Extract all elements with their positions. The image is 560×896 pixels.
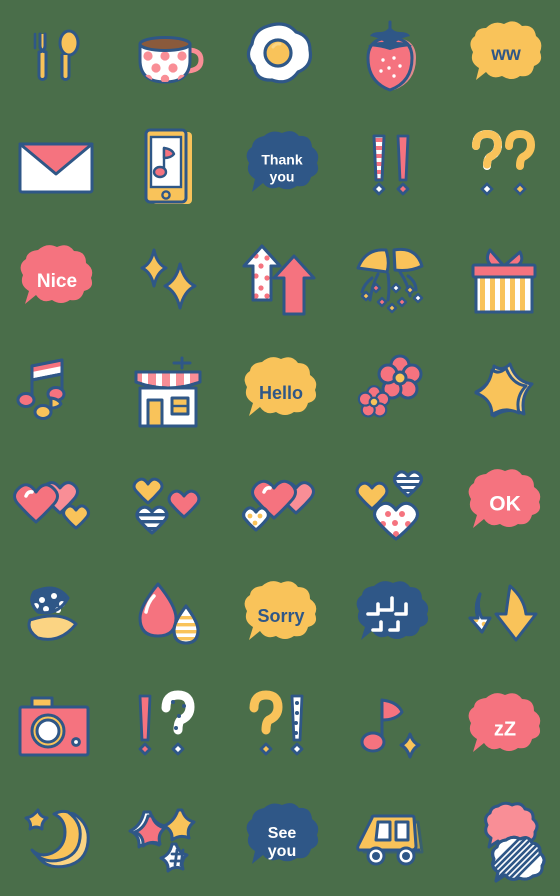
bubble-label: OK	[489, 493, 521, 516]
double-exclamation-icon	[372, 134, 410, 196]
bubble-label: zZ	[494, 718, 516, 740]
emoji-cell-fried-egg[interactable]	[224, 0, 336, 112]
emoji-cell-music-notes[interactable]	[0, 336, 112, 448]
emoji-cell-crescent-moon-star[interactable]	[0, 784, 112, 896]
speech-bubble-zz-icon: zZ	[468, 693, 541, 752]
emoji-cell-gift-box[interactable]	[448, 224, 560, 336]
emoji-cell-bubble-zz[interactable]: zZ	[448, 672, 560, 784]
party-popper-icon	[356, 247, 424, 314]
strawberry-icon	[366, 20, 416, 92]
emoji-cell-shop-house[interactable]	[112, 336, 224, 448]
envelope-icon	[18, 142, 94, 194]
music-note-sparkle-icon	[360, 698, 421, 759]
emoji-cell-bubble-nice[interactable]: Nice	[0, 224, 112, 336]
bubble-label: ww	[490, 44, 521, 65]
gift-box-icon	[471, 248, 537, 314]
emoji-cell-bubble-ww[interactable]: ww	[448, 0, 560, 112]
water-drops-icon	[138, 582, 200, 645]
emoji-cell-question-exclamation[interactable]	[224, 672, 336, 784]
smartphone-music-icon	[144, 128, 192, 204]
emoji-cell-party-popper[interactable]	[336, 224, 448, 336]
speech-bubble-thank-you-icon: Thank you	[246, 131, 319, 192]
crescent-moon-star-icon	[24, 808, 90, 869]
emoji-cell-coffee-cup[interactable]	[112, 0, 224, 112]
emoji-cell-envelope[interactable]	[0, 112, 112, 224]
speech-bubble-nice-icon: Nice	[20, 245, 93, 304]
emoji-cell-bubble-ok[interactable]: OK	[448, 448, 560, 560]
emoji-cell-bubble-see-you[interactable]: See you	[224, 784, 336, 896]
leaves-icon	[27, 586, 78, 641]
two-hearts-icon	[13, 481, 90, 530]
emoji-cell-three-stars[interactable]	[112, 784, 224, 896]
down-arrows-icon	[468, 584, 538, 642]
up-arrows-icon	[242, 244, 316, 316]
fried-egg-icon	[246, 22, 313, 84]
bubble-label-line1: See	[268, 825, 297, 842]
emoji-cell-smartphone-music[interactable]	[112, 112, 224, 224]
emoji-cell-bubble-anger[interactable]	[336, 560, 448, 672]
bubble-label-line2: you	[268, 843, 296, 860]
bubble-label: Hello	[259, 383, 303, 403]
music-notes-icon	[16, 358, 66, 420]
car-icon	[356, 814, 424, 866]
sparkles-icon	[140, 248, 197, 310]
emoji-cell-bubble-thank-you[interactable]: Thank you	[224, 112, 336, 224]
emoji-cell-double-question[interactable]	[448, 112, 560, 224]
two-speech-bubbles-icon	[484, 801, 546, 883]
emoji-cell-two-hearts[interactable]	[0, 448, 112, 560]
emoji-cell-strawberry[interactable]	[336, 0, 448, 112]
speech-bubble-see-you-icon: See you	[246, 803, 319, 864]
speech-bubble-anger-icon	[356, 581, 429, 640]
emoji-cell-three-hearts[interactable]	[112, 448, 224, 560]
question-exclamation-icon	[249, 690, 304, 756]
star-icon	[474, 362, 534, 418]
three-hearts-icon	[132, 477, 201, 535]
bubble-label-line2: you	[270, 169, 295, 185]
emoji-sticker-grid: ww Thank you Nice Hello OK Sorry zZ See …	[0, 0, 560, 896]
polka-dot-coffee-cup-icon	[138, 36, 204, 84]
speech-bubble-ok-icon: OK	[468, 469, 541, 528]
flowers-icon	[357, 354, 423, 418]
bubble-label: Nice	[37, 271, 77, 292]
emoji-cell-heart-cluster[interactable]	[336, 448, 448, 560]
emoji-cell-flowers[interactable]	[336, 336, 448, 448]
emoji-cell-star[interactable]	[448, 336, 560, 448]
shop-house-icon	[134, 356, 202, 428]
emoji-cell-up-arrows[interactable]	[224, 224, 336, 336]
emoji-cell-exclamation-question[interactable]	[112, 672, 224, 784]
fork-and-spoon-icon	[33, 29, 80, 81]
bubble-label-line1: Thank	[261, 152, 302, 168]
emoji-cell-sparkles[interactable]	[112, 224, 224, 336]
heart-cluster-icon	[355, 470, 423, 541]
speech-bubble-hello-icon: Hello	[244, 357, 317, 416]
camera-icon	[18, 696, 90, 757]
speech-bubble-ww-icon: ww	[470, 21, 542, 80]
bubble-label: Sorry	[257, 606, 304, 626]
emoji-cell-water-drops[interactable]	[112, 560, 224, 672]
emoji-cell-car[interactable]	[336, 784, 448, 896]
heart-with-dots-icon	[242, 479, 315, 532]
three-stars-icon	[128, 808, 196, 873]
emoji-cell-heart-with-dots[interactable]	[224, 448, 336, 560]
speech-bubble-sorry-icon: Sorry	[244, 581, 317, 640]
emoji-cell-fork-and-spoon[interactable]	[0, 0, 112, 112]
emoji-cell-leaves[interactable]	[0, 560, 112, 672]
exclamation-question-icon	[138, 690, 195, 756]
emoji-cell-down-arrows[interactable]	[448, 560, 560, 672]
emoji-cell-camera[interactable]	[0, 672, 112, 784]
double-question-icon	[472, 129, 536, 196]
emoji-cell-two-speech-bubbles[interactable]	[448, 784, 560, 896]
emoji-cell-bubble-hello[interactable]: Hello	[224, 336, 336, 448]
emoji-cell-music-note-sparkle[interactable]	[336, 672, 448, 784]
emoji-cell-double-exclamation[interactable]	[336, 112, 448, 224]
emoji-cell-bubble-sorry[interactable]: Sorry	[224, 560, 336, 672]
